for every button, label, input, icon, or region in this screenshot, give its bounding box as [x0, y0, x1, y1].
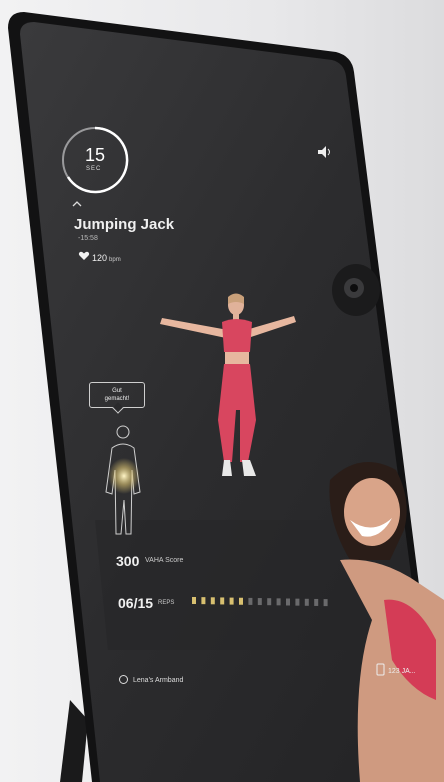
reps-progress-segment — [248, 597, 253, 605]
heart-rate: 120 bpm — [80, 253, 121, 263]
reps-progress-segment — [314, 598, 319, 606]
reps-progress-segment — [267, 598, 272, 606]
smart-mirror — [8, 12, 444, 782]
reps-value: 06/15 — [118, 595, 154, 611]
reps-progress-segment — [229, 597, 234, 605]
camera-lens-icon — [332, 264, 380, 316]
reps-progress-segment — [304, 598, 309, 606]
exercise-time: -15:58 — [78, 235, 98, 242]
reps-progress-segment — [323, 599, 328, 607]
reps-progress-segment — [210, 597, 215, 605]
exercise-name: Jumping Jack — [74, 216, 175, 233]
reps-progress-segment — [192, 597, 196, 604]
reps-progress-segment — [286, 598, 290, 606]
reps-progress-segment — [257, 598, 262, 606]
wristband-icon — [119, 675, 128, 684]
reps-progress-segment — [276, 598, 281, 606]
reps-label: REPS — [158, 600, 175, 606]
stand-leg — [60, 700, 88, 782]
timer-unit: SEC — [86, 166, 102, 172]
feedback-line-2: gemacht! — [104, 396, 130, 402]
score-label: VAHA Score — [145, 557, 184, 564]
heart-rate-value: 120 — [92, 253, 108, 263]
timer-value: 15 — [84, 145, 106, 165]
reps-progress-segment — [239, 597, 243, 605]
feedback-bubble: Gut gemacht! — [89, 382, 145, 408]
reps-progress-segment — [220, 597, 225, 605]
phone-label: 123 JA... — [388, 668, 416, 675]
feedback-line-1: Gut — [112, 388, 122, 394]
wristband-label: Lena's Armband — [133, 677, 184, 684]
heart-rate-unit: bpm — [109, 257, 121, 263]
score-value: 300 — [116, 553, 140, 569]
reps-progress-segment — [295, 598, 300, 606]
reps-progress-segment — [201, 597, 206, 605]
